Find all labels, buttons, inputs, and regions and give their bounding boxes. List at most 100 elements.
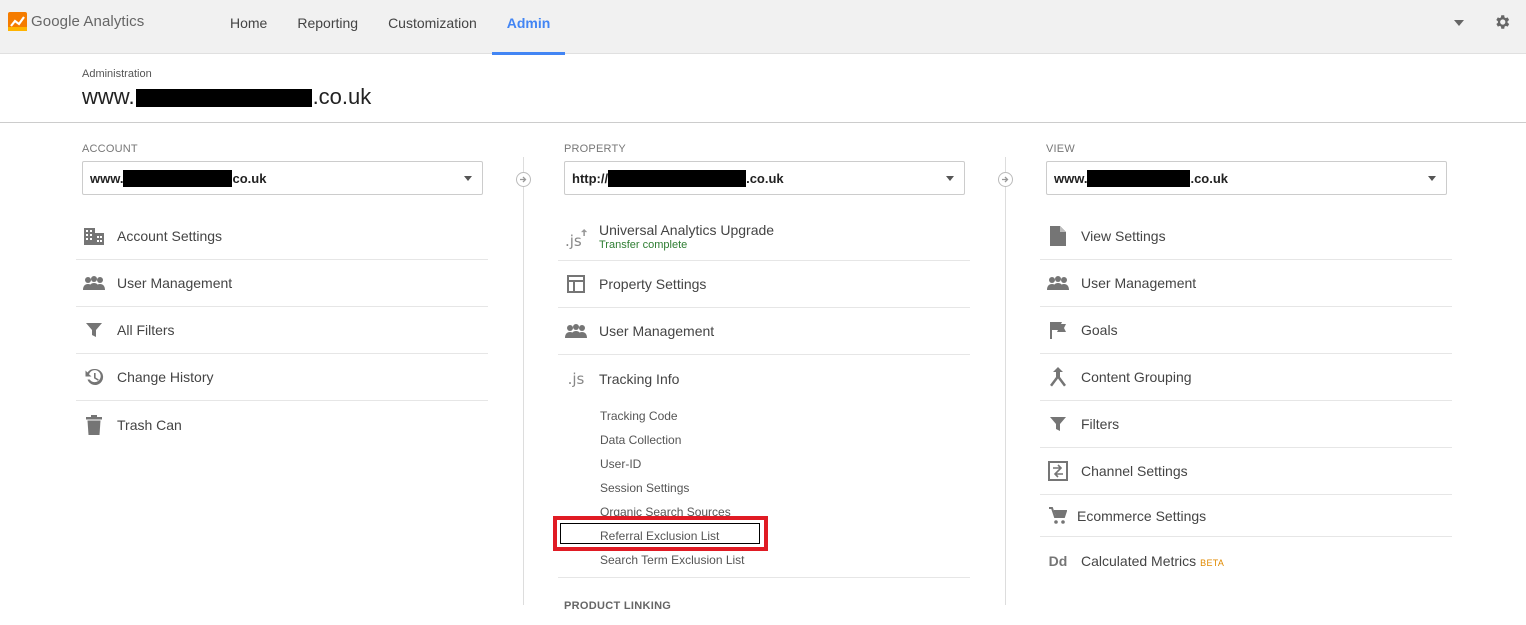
redaction-bar — [135, 89, 312, 107]
column-divider — [1005, 157, 1006, 605]
trash-icon — [83, 414, 105, 436]
transfer-status: Transfer complete — [599, 239, 688, 251]
arrow-right-icon — [516, 172, 531, 187]
document-icon — [1047, 225, 1069, 247]
arrow-right-icon — [998, 172, 1013, 187]
calculated-metrics-label: Calculated Metrics BETA — [1081, 553, 1224, 569]
people-icon — [83, 272, 105, 294]
content-grouping-item[interactable]: Content Grouping — [1040, 354, 1452, 401]
search-term-exclusion-list-link[interactable]: Search Term Exclusion List — [558, 548, 970, 572]
account-suffix: co.uk — [232, 170, 267, 186]
js-glyph: .js — [565, 231, 582, 250]
header-divider — [0, 122, 1526, 123]
view-label: VIEW — [1046, 143, 1075, 155]
data-collection-link[interactable]: Data Collection — [558, 428, 970, 452]
view-settings-item[interactable]: View Settings — [1040, 213, 1452, 260]
user-id-link[interactable]: User-ID — [558, 452, 970, 476]
nav-home[interactable]: Home — [215, 0, 282, 54]
filters-item[interactable]: Filters — [1040, 401, 1452, 448]
app-name: Google Analytics — [31, 13, 145, 30]
gear-icon[interactable] — [1493, 13, 1511, 31]
account-label: ACCOUNT — [82, 143, 138, 155]
tracking-submenu: Tracking Code Data Collection User-ID Se… — [558, 402, 970, 578]
trash-can-item[interactable]: Trash Can — [76, 401, 488, 448]
view-suffix: .co.uk — [1190, 170, 1229, 186]
account-settings-item[interactable]: Account Settings — [76, 213, 488, 260]
site-prefix: www. — [82, 84, 135, 109]
people-icon — [1047, 272, 1069, 294]
goals-item[interactable]: Goals — [1040, 307, 1452, 354]
property-menu: .js Universal Analytics Upgrade Transfer… — [558, 213, 970, 578]
people-icon — [565, 320, 587, 342]
channel-settings-item[interactable]: Channel Settings — [1040, 448, 1452, 495]
filter-icon — [83, 319, 105, 341]
menu-item-label: Goals — [1081, 322, 1118, 338]
menu-item-label: Universal Analytics Upgrade — [599, 222, 775, 238]
session-settings-link[interactable]: Session Settings — [558, 476, 970, 500]
view-selector[interactable]: www. .co.uk — [1046, 161, 1447, 195]
menu-item-label: Ecommerce Settings — [1077, 507, 1207, 524]
chevron-down-icon — [1428, 176, 1436, 181]
main-nav: Home Reporting Customization Admin — [215, 0, 566, 55]
nav-admin[interactable]: Admin — [491, 0, 566, 55]
organic-search-sources-link[interactable]: Organic Search Sources — [558, 500, 970, 524]
nav-customization[interactable]: Customization — [373, 0, 492, 54]
menu-item-label: Tracking Info — [599, 370, 680, 387]
universal-analytics-upgrade-item[interactable]: .js Universal Analytics Upgrade Transfer… — [558, 213, 970, 261]
cart-icon — [1047, 505, 1069, 527]
property-selector[interactable]: http:// .co.uk — [564, 161, 965, 195]
nav-reporting[interactable]: Reporting — [282, 0, 373, 54]
redaction-bar — [608, 169, 747, 187]
property-column: PROPERTY http:// .co.uk — [564, 140, 965, 195]
account-prefix: www. — [90, 170, 124, 186]
js-icon: .js — [565, 368, 587, 390]
logo[interactable]: Google Analytics — [8, 12, 144, 31]
menu-item-label: User Management — [599, 323, 715, 339]
layout-icon — [565, 273, 587, 295]
change-history-item[interactable]: Change History — [76, 354, 488, 401]
dd-icon: Dd — [1048, 552, 1068, 569]
tracking-info-item[interactable]: .js Tracking Info — [558, 355, 970, 402]
site-suffix: .co.uk — [312, 84, 372, 109]
account-column: ACCOUNT www. co.uk — [82, 140, 483, 195]
column-divider — [523, 157, 524, 605]
menu-item-label: View Settings — [1081, 228, 1166, 244]
account-dropdown-caret-icon[interactable] — [1454, 20, 1464, 26]
account-selector[interactable]: www. co.uk — [82, 161, 483, 195]
js-upgrade-icon: .js — [565, 226, 587, 250]
menu-item-label: Channel Settings — [1081, 463, 1188, 479]
view-menu: View Settings User Management Goals Cont… — [1040, 213, 1452, 584]
menu-item-label: Content Grouping — [1081, 369, 1192, 385]
property-suffix: .co.uk — [746, 170, 784, 186]
view-column: VIEW www. .co.uk — [1046, 140, 1447, 195]
js-glyph: .js — [567, 369, 585, 388]
property-label: PROPERTY — [564, 143, 626, 155]
referral-exclusion-list-link[interactable]: Referral Exclusion List — [558, 524, 970, 548]
menu-item-label: Property Settings — [599, 276, 707, 292]
redaction-bar — [1087, 169, 1191, 187]
beta-badge: BETA — [1200, 557, 1225, 568]
menu-item-label: Account Settings — [117, 228, 223, 244]
flag-icon — [1047, 319, 1069, 341]
analytics-logo-icon — [8, 12, 27, 31]
property-prefix: http:// — [572, 170, 609, 186]
menu-item-label: User Management — [1081, 275, 1197, 291]
property-user-management-item[interactable]: User Management — [558, 308, 970, 355]
property-settings-item[interactable]: Property Settings — [558, 261, 970, 308]
product-linking-heading: PRODUCT LINKING — [564, 600, 672, 612]
menu-item-label: User Management — [117, 275, 233, 291]
chevron-down-icon — [946, 176, 954, 181]
ecommerce-settings-item[interactable]: Ecommerce Settings — [1040, 495, 1452, 537]
menu-item-label: Change History — [117, 369, 214, 385]
calculated-metrics-item[interactable]: Dd Calculated Metrics BETA — [1040, 537, 1452, 584]
account-user-management-item[interactable]: User Management — [76, 260, 488, 307]
grouping-icon — [1047, 366, 1069, 388]
channel-icon — [1047, 460, 1069, 482]
history-icon — [83, 366, 105, 388]
tracking-code-link[interactable]: Tracking Code — [558, 404, 970, 428]
page-title: www. .co.uk — [82, 84, 371, 110]
menu-item-label: Trash Can — [117, 416, 182, 433]
menu-item-label: All Filters — [117, 322, 175, 338]
view-user-management-item[interactable]: User Management — [1040, 260, 1452, 307]
all-filters-item[interactable]: All Filters — [76, 307, 488, 354]
